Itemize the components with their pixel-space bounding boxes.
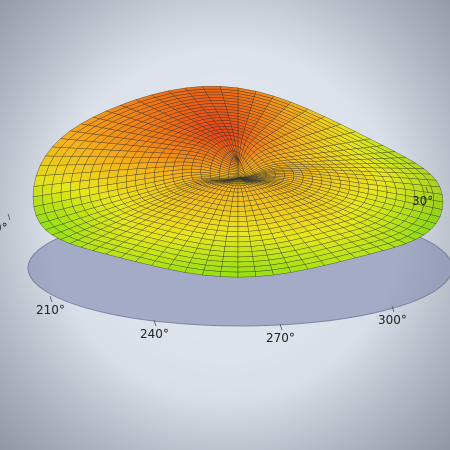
- surface-cell: [182, 161, 194, 167]
- surface-cell: [222, 256, 239, 263]
- surface-cell: [203, 88, 223, 93]
- surface-cell: [223, 246, 239, 253]
- surface-cell: [233, 188, 239, 193]
- surface-cell: [210, 100, 226, 104]
- surface-cell: [205, 91, 223, 96]
- surface-cell: [237, 251, 253, 258]
- surface-cell: [228, 221, 239, 227]
- surface-cell: [237, 196, 244, 202]
- surface-cell: [211, 103, 227, 107]
- angle-tick-label: 0°: [0, 221, 8, 235]
- surface-cell: [230, 205, 239, 212]
- surface-cell: [226, 231, 239, 238]
- surface-cell: [237, 211, 247, 217]
- angle-tick-label: 270°: [266, 331, 295, 345]
- surface-cell: [232, 191, 239, 197]
- surface-cell: [213, 106, 227, 110]
- surface-cell: [202, 86, 222, 90]
- surface-cell: [237, 256, 254, 263]
- surface-cell: [237, 216, 248, 222]
- angle-tick-mark: [49, 295, 53, 303]
- surface-cell: [237, 201, 245, 207]
- surface-cell: [237, 231, 250, 238]
- surface-cell: [206, 94, 224, 99]
- surface-cell: [224, 241, 239, 248]
- angle-tick-label: 210°: [36, 303, 65, 317]
- surface-cell: [191, 168, 202, 173]
- chart-screen: 0° 30° 210° 240° 270° 300°: [0, 0, 450, 450]
- surface-cell: [229, 211, 239, 217]
- polar-surface-plot: 0° 30° 210° 240° 270° 300°: [0, 86, 450, 345]
- surface-cell: [208, 97, 225, 101]
- surface-cell: [227, 226, 239, 232]
- surface-cell: [225, 236, 239, 243]
- surface-cell: [183, 158, 195, 163]
- surface-cell: [237, 191, 244, 197]
- surface-cell: [220, 266, 239, 273]
- surface-cell: [237, 188, 243, 193]
- surface-cell: [281, 168, 293, 171]
- surface-cell: [234, 185, 239, 189]
- surface-cell: [200, 174, 211, 178]
- surface-cell: [237, 241, 252, 248]
- surface-cell: [237, 246, 253, 253]
- surface-cell: [223, 205, 232, 212]
- angle-tick-label: 240°: [140, 327, 169, 341]
- angle-tick-label: 30°: [412, 194, 433, 208]
- surface-cell: [237, 205, 246, 212]
- angle-tick-label: 300°: [378, 313, 407, 327]
- surface-cell: [221, 261, 239, 268]
- surface-cell: [42, 184, 53, 196]
- surface-cell: [237, 185, 242, 189]
- surface-cell: [237, 266, 256, 273]
- surface-cell: [237, 261, 255, 268]
- surface-cell: [223, 251, 239, 258]
- surface-cell: [51, 183, 62, 195]
- surface-cell: [231, 201, 239, 207]
- surface-cell: [214, 108, 228, 113]
- surface-cell: [232, 196, 239, 202]
- surface-cell: [237, 221, 248, 227]
- surface-cell: [174, 157, 186, 163]
- surface-cell: [237, 226, 249, 232]
- surface-cell: [244, 205, 253, 212]
- surface-cell: [32, 185, 44, 198]
- surface-cell: [219, 271, 239, 278]
- surface-cell: [237, 236, 251, 243]
- surface-cell: [237, 271, 257, 278]
- angle-tick-mark: [7, 213, 11, 221]
- surface-cell: [228, 216, 239, 222]
